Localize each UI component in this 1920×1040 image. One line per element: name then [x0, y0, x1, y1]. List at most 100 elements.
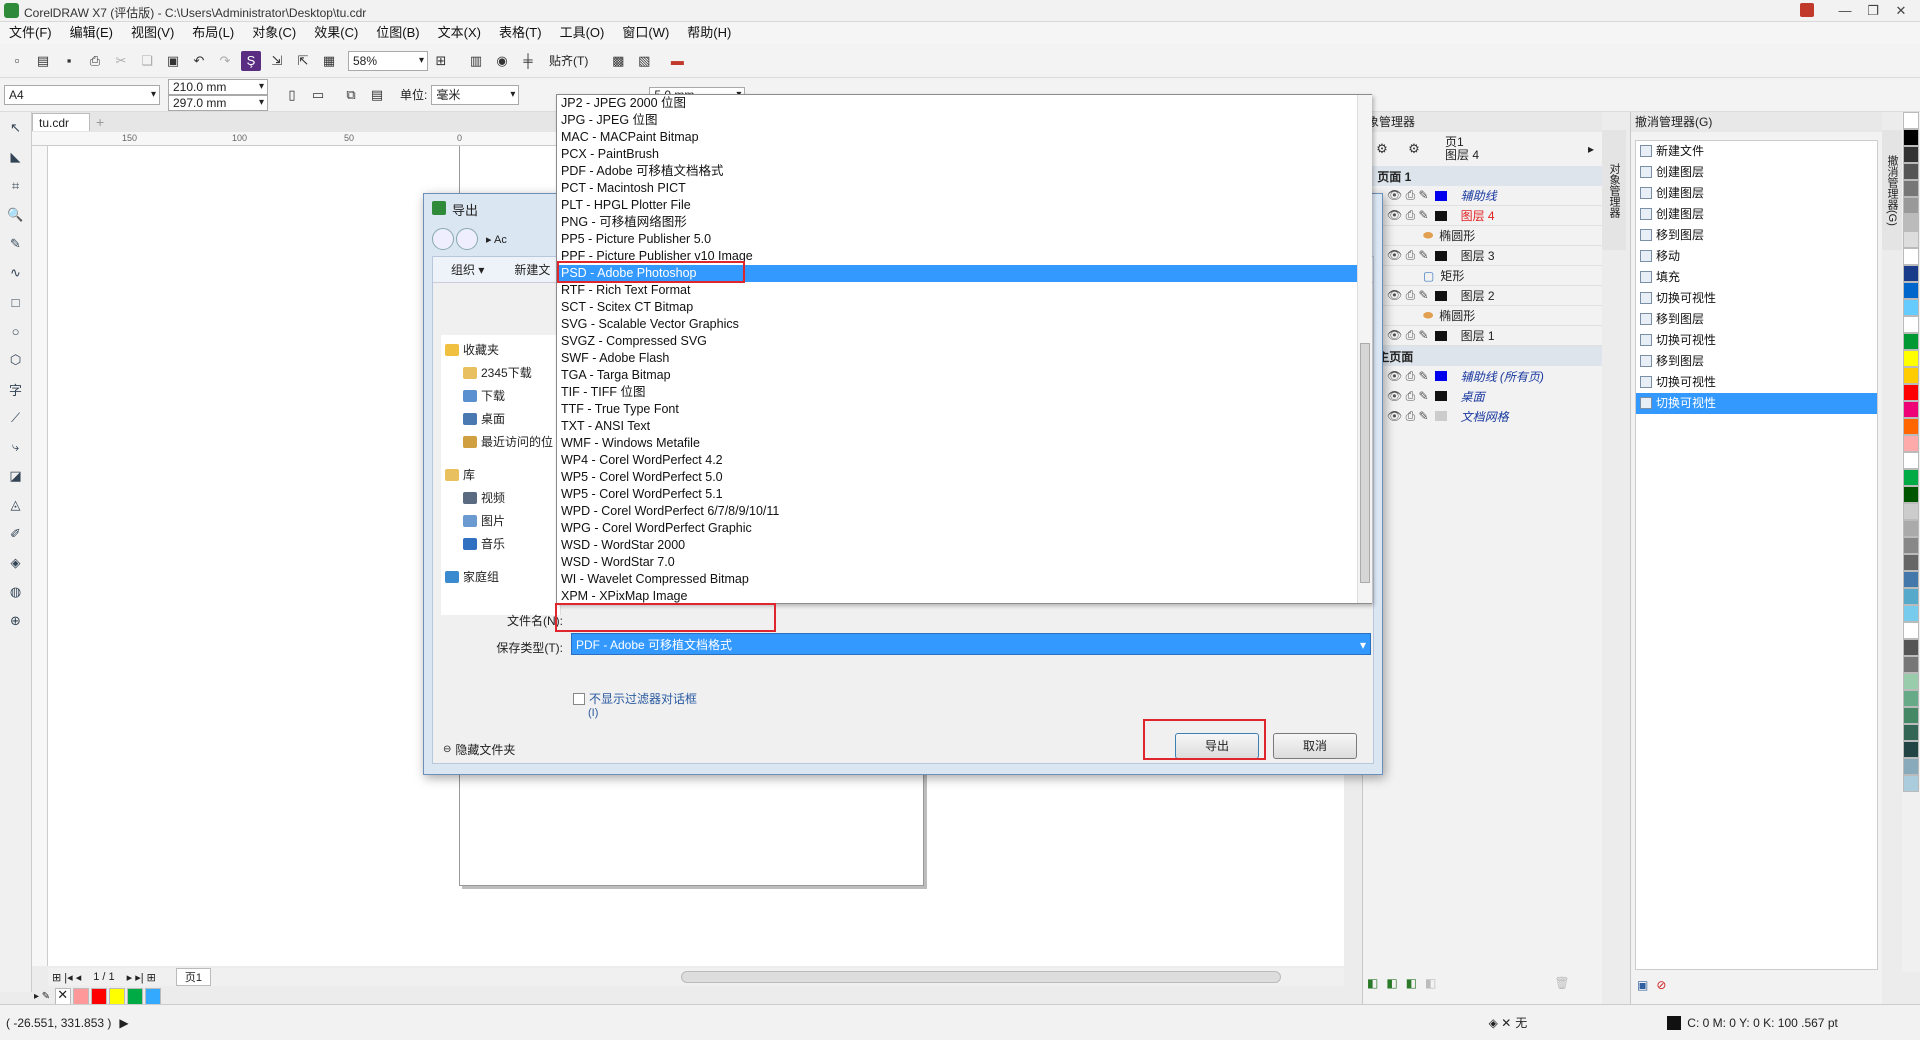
minimize-button[interactable]: —: [1832, 2, 1858, 20]
layer-item[interactable]: 👁 ⎙ ✎ 图层 3: [1363, 246, 1602, 266]
drop-shadow-icon[interactable]: ◪: [4, 464, 28, 488]
new-folder-button[interactable]: 新建文: [514, 261, 550, 278]
visibility-eye-icon[interactable]: 👁 ⎙ ✎: [1387, 188, 1429, 203]
nav-item[interactable]: 家庭组: [441, 566, 560, 589]
palette-swatch[interactable]: [1903, 571, 1919, 588]
menu-item[interactable]: 位图(B): [367, 22, 428, 44]
user-icon[interactable]: [1800, 3, 1814, 17]
palette-swatch[interactable]: [1903, 622, 1919, 639]
save-type-select[interactable]: PDF - Adobe 可移植文档格式 ▾: [571, 633, 1371, 655]
palette-swatch[interactable]: [1903, 435, 1919, 452]
palette-swatch[interactable]: [1903, 180, 1919, 197]
undo-item[interactable]: 移到图层: [1636, 225, 1877, 246]
layer-item[interactable]: 👁 ⎙ ✎ 图层 1: [1363, 326, 1602, 346]
file-type-option[interactable]: WMF - Windows Metafile: [557, 435, 1371, 452]
freehand-tool-icon[interactable]: ✎: [4, 232, 28, 256]
palette-swatch[interactable]: [1903, 316, 1919, 333]
nav-item[interactable]: 收藏夹: [441, 339, 560, 362]
file-type-option[interactable]: RTF - Rich Text Format: [557, 282, 1371, 299]
palette-swatch[interactable]: [1903, 452, 1919, 469]
document-color-swatch[interactable]: [109, 987, 126, 1005]
page-nav-first-icon[interactable]: ⊞ |◂ ◂: [52, 971, 81, 984]
palette-swatch[interactable]: [1903, 163, 1919, 180]
palette-swatch[interactable]: [1903, 367, 1919, 384]
interactive-fill-icon[interactable]: ◈: [4, 551, 28, 575]
visibility-eye-icon[interactable]: 👁 ⎙ ✎: [1387, 288, 1429, 303]
panel-menu-arrow-icon[interactable]: ▸: [1588, 142, 1594, 156]
palette-swatch[interactable]: [1903, 129, 1919, 146]
ellipse-tool-icon[interactable]: ○: [4, 319, 28, 343]
export-icon[interactable]: ⇱: [293, 51, 313, 71]
undo-item[interactable]: 移动: [1636, 246, 1877, 267]
shape-tool-icon[interactable]: ◣: [4, 145, 28, 169]
organize-menu[interactable]: 组织 ▾: [451, 261, 484, 278]
connector-tool-icon[interactable]: ⤷: [4, 435, 28, 459]
nav-item[interactable]: 音乐: [441, 533, 560, 556]
file-type-option[interactable]: MAC - MACPaint Bitmap: [557, 129, 1371, 146]
file-type-option[interactable]: WPG - Corel WordPerfect Graphic: [557, 520, 1371, 537]
file-type-option[interactable]: PNG - 可移植网络图形: [557, 214, 1371, 231]
new-layer-icon[interactable]: ◧: [1367, 976, 1378, 990]
file-type-option[interactable]: JP2 - JPEG 2000 位图: [557, 95, 1371, 112]
palette-swatch[interactable]: [1903, 418, 1919, 435]
undo-item[interactable]: 创建图层: [1636, 204, 1877, 225]
palette-arrow-icon[interactable]: ▸ ✎: [34, 991, 50, 1002]
options-icon[interactable]: ▩: [608, 51, 628, 71]
palette-swatch[interactable]: [1903, 724, 1919, 741]
palette-swatch[interactable]: [1903, 384, 1919, 401]
new-master-layer-odd-icon[interactable]: ◧: [1425, 976, 1436, 990]
redo-icon[interactable]: ↷: [215, 51, 235, 71]
cut-icon[interactable]: ✂: [111, 51, 131, 71]
filter-checkbox[interactable]: [573, 692, 585, 705]
palette-swatch[interactable]: [1903, 146, 1919, 163]
landscape-icon[interactable]: ▭: [308, 85, 328, 105]
pick-tool-icon[interactable]: ↖: [4, 116, 28, 140]
undo-item[interactable]: 移到图层: [1636, 309, 1877, 330]
print-icon[interactable]: ⎙: [85, 51, 105, 71]
file-type-option[interactable]: PDF - Adobe 可移植文档格式: [557, 163, 1371, 180]
nav-item[interactable]: 库: [441, 464, 560, 487]
app-launcher-icon[interactable]: ▧: [634, 51, 654, 71]
paste-icon[interactable]: ▣: [163, 51, 183, 71]
file-type-option[interactable]: WSD - WordStar 7.0: [557, 554, 1371, 571]
close-window-button[interactable]: ✕: [1888, 2, 1914, 20]
palette-swatch[interactable]: [1903, 775, 1919, 792]
object-item[interactable]: ⬬ 椭圆形: [1363, 306, 1602, 326]
play-icon[interactable]: ▶: [119, 1016, 128, 1030]
zoom-tool-icon[interactable]: 🔍: [4, 203, 28, 227]
file-type-option[interactable]: JPG - JPEG 位图: [557, 112, 1371, 129]
file-type-option[interactable]: WP5 - Corel WordPerfect 5.1: [557, 486, 1371, 503]
palette-swatch[interactable]: [1903, 656, 1919, 673]
undo-item[interactable]: 切换可视性: [1636, 330, 1877, 351]
transparency-icon[interactable]: ◬: [4, 493, 28, 517]
copy-icon[interactable]: ❏: [137, 51, 157, 71]
palette-swatch[interactable]: [1903, 350, 1919, 367]
page-size-select[interactable]: A4: [4, 84, 160, 105]
nav-item[interactable]: 视频: [441, 487, 560, 510]
cancel-button[interactable]: 取消: [1273, 733, 1357, 759]
menu-item[interactable]: 视图(V): [122, 22, 183, 44]
palette-swatch[interactable]: [1903, 231, 1919, 248]
rulers-icon[interactable]: ▥: [466, 51, 486, 71]
new-master-layer-icon[interactable]: ◧: [1386, 976, 1397, 990]
new-file-icon[interactable]: ▫: [7, 51, 27, 71]
palette-swatch[interactable]: [1903, 554, 1919, 571]
undo-item[interactable]: 移到图层: [1636, 351, 1877, 372]
publish-pdf-icon[interactable]: ▦: [319, 51, 339, 71]
dimension-tool-icon[interactable]: ⟋: [4, 406, 28, 430]
object-item[interactable]: ▢ 矩形: [1363, 266, 1602, 286]
master-layer-item[interactable]: 👁 ⎙ ✎ 文档网格: [1363, 406, 1602, 426]
nav-item[interactable]: 2345下载: [441, 362, 560, 385]
visibility-eye-icon[interactable]: 👁 ⎙ ✎: [1387, 389, 1429, 404]
file-type-option[interactable]: PCX - PaintBrush: [557, 146, 1371, 163]
menu-item[interactable]: 对象(C): [243, 22, 305, 44]
visibility-eye-icon[interactable]: 👁 ⎙ ✎: [1387, 248, 1429, 263]
file-type-option[interactable]: PLT - HPGL Plotter File: [557, 197, 1371, 214]
file-type-option[interactable]: SWF - Adobe Flash: [557, 350, 1371, 367]
hide-folders-toggle[interactable]: ⊖ 隐藏文件夹: [443, 741, 515, 758]
breadcrumb[interactable]: ▸ Ac: [486, 233, 507, 246]
welcome-screen-icon[interactable]: ▬: [667, 51, 687, 71]
undo-item[interactable]: 新建文件: [1636, 141, 1877, 162]
no-color-swatch[interactable]: ✕: [55, 987, 72, 1005]
palette-swatch[interactable]: [1903, 758, 1919, 775]
